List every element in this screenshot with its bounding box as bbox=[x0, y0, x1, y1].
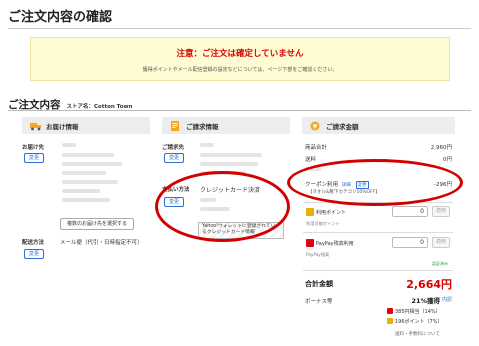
bonus-label: ボーナス等 bbox=[305, 299, 333, 305]
paypay-input[interactable]: 0 bbox=[392, 237, 428, 248]
points-input[interactable]: 0 bbox=[392, 206, 428, 217]
annotation-ellipse-payment bbox=[155, 171, 290, 242]
apply-points-button[interactable]: 適用 bbox=[432, 206, 450, 217]
shipping-method-value: メール便（代引・日時指定不可） bbox=[60, 240, 143, 246]
apply-paypay-button[interactable]: 適用 bbox=[432, 237, 450, 248]
coin-icon: ¥ bbox=[310, 121, 320, 131]
amount-header-label: ご請求金額 bbox=[326, 122, 359, 131]
bonus-percent: 21%獲得 bbox=[411, 297, 440, 305]
truck-icon bbox=[30, 121, 41, 131]
order-divider bbox=[8, 110, 471, 111]
billing-blur bbox=[200, 162, 258, 166]
notice-message: 獲得ポイントやメール配信登録の設定などについては、ページ下部をご確認ください。 bbox=[142, 67, 338, 73]
shipping-label: 送料 bbox=[305, 157, 317, 163]
billing-address-label: ご請求先 bbox=[162, 145, 185, 151]
subtotal-label: 商品合計 bbox=[305, 145, 328, 151]
address-blur bbox=[62, 180, 118, 184]
destination-label: お届け先 bbox=[22, 145, 45, 151]
select-multiple-destinations-button[interactable]: 複数のお届け先を選択する bbox=[60, 218, 134, 230]
title-divider bbox=[8, 28, 471, 29]
change-billing-button[interactable]: 変更 bbox=[164, 153, 184, 163]
address-blur bbox=[62, 189, 100, 193]
total-value: 2,664円 bbox=[406, 278, 452, 291]
document-icon bbox=[170, 120, 180, 131]
annotation-ellipse-coupon bbox=[287, 159, 463, 206]
address-blur bbox=[62, 198, 110, 202]
address-blur bbox=[62, 153, 114, 157]
billing-header-label: ご請求情報 bbox=[186, 122, 219, 131]
address-blur bbox=[62, 171, 106, 175]
subtotal-value: 2,960円 bbox=[430, 145, 452, 151]
total-label: 合計金額 bbox=[305, 280, 333, 288]
t-point-bonus-icon bbox=[387, 318, 393, 324]
shipping-method-label: 配送方法 bbox=[22, 240, 45, 246]
amount-header: ¥ ご請求金額 bbox=[302, 117, 455, 134]
notice-title: 注意：ご注文は確定していません bbox=[176, 49, 304, 59]
billing-blur bbox=[200, 153, 262, 157]
divider bbox=[303, 270, 453, 271]
points-available-note: 利用可能ポイント bbox=[306, 221, 340, 226]
unconfirmed-notice: 注意：ご注文は確定していません 獲得ポイントやメール配信登録の設定などについては… bbox=[30, 37, 450, 81]
shipping-value: 0円 bbox=[443, 157, 452, 163]
bonus-line-points: 196ポイント（7%） bbox=[395, 319, 443, 325]
secure-badge: 認証済み bbox=[432, 261, 448, 266]
bonus-line-paypay: 385円相当（14%） bbox=[395, 309, 441, 315]
change-shipping-method-button[interactable]: 変更 bbox=[24, 249, 44, 259]
store-name: ストア名：Cotton Town bbox=[66, 104, 133, 110]
t-point-icon bbox=[306, 208, 314, 216]
delivery-header-label: お届け情報 bbox=[46, 122, 79, 131]
paypay-balance-note: PayPay残高 bbox=[306, 252, 330, 257]
delivery-header: お届け情報 bbox=[22, 117, 150, 134]
address-blur bbox=[62, 162, 122, 166]
paypay-icon bbox=[306, 239, 314, 247]
paypay-bonus-icon bbox=[387, 308, 393, 314]
points-label: 利用ポイント bbox=[316, 210, 347, 216]
bonus-detail-link[interactable]: 内訳 bbox=[442, 296, 452, 303]
address-blur bbox=[62, 143, 76, 147]
page-title: ご注文内容の確認 bbox=[8, 10, 113, 25]
paypay-label: PayPay残高利用 bbox=[316, 241, 354, 247]
subtotal-row: 商品合計 2,960円 bbox=[305, 143, 452, 151]
divider bbox=[303, 232, 453, 233]
change-destination-button[interactable]: 変更 bbox=[24, 153, 44, 163]
fee-note-link[interactable]: 送料・手数料について bbox=[395, 331, 440, 337]
billing-header: ご請求情報 bbox=[162, 117, 290, 134]
billing-blur bbox=[200, 143, 214, 147]
